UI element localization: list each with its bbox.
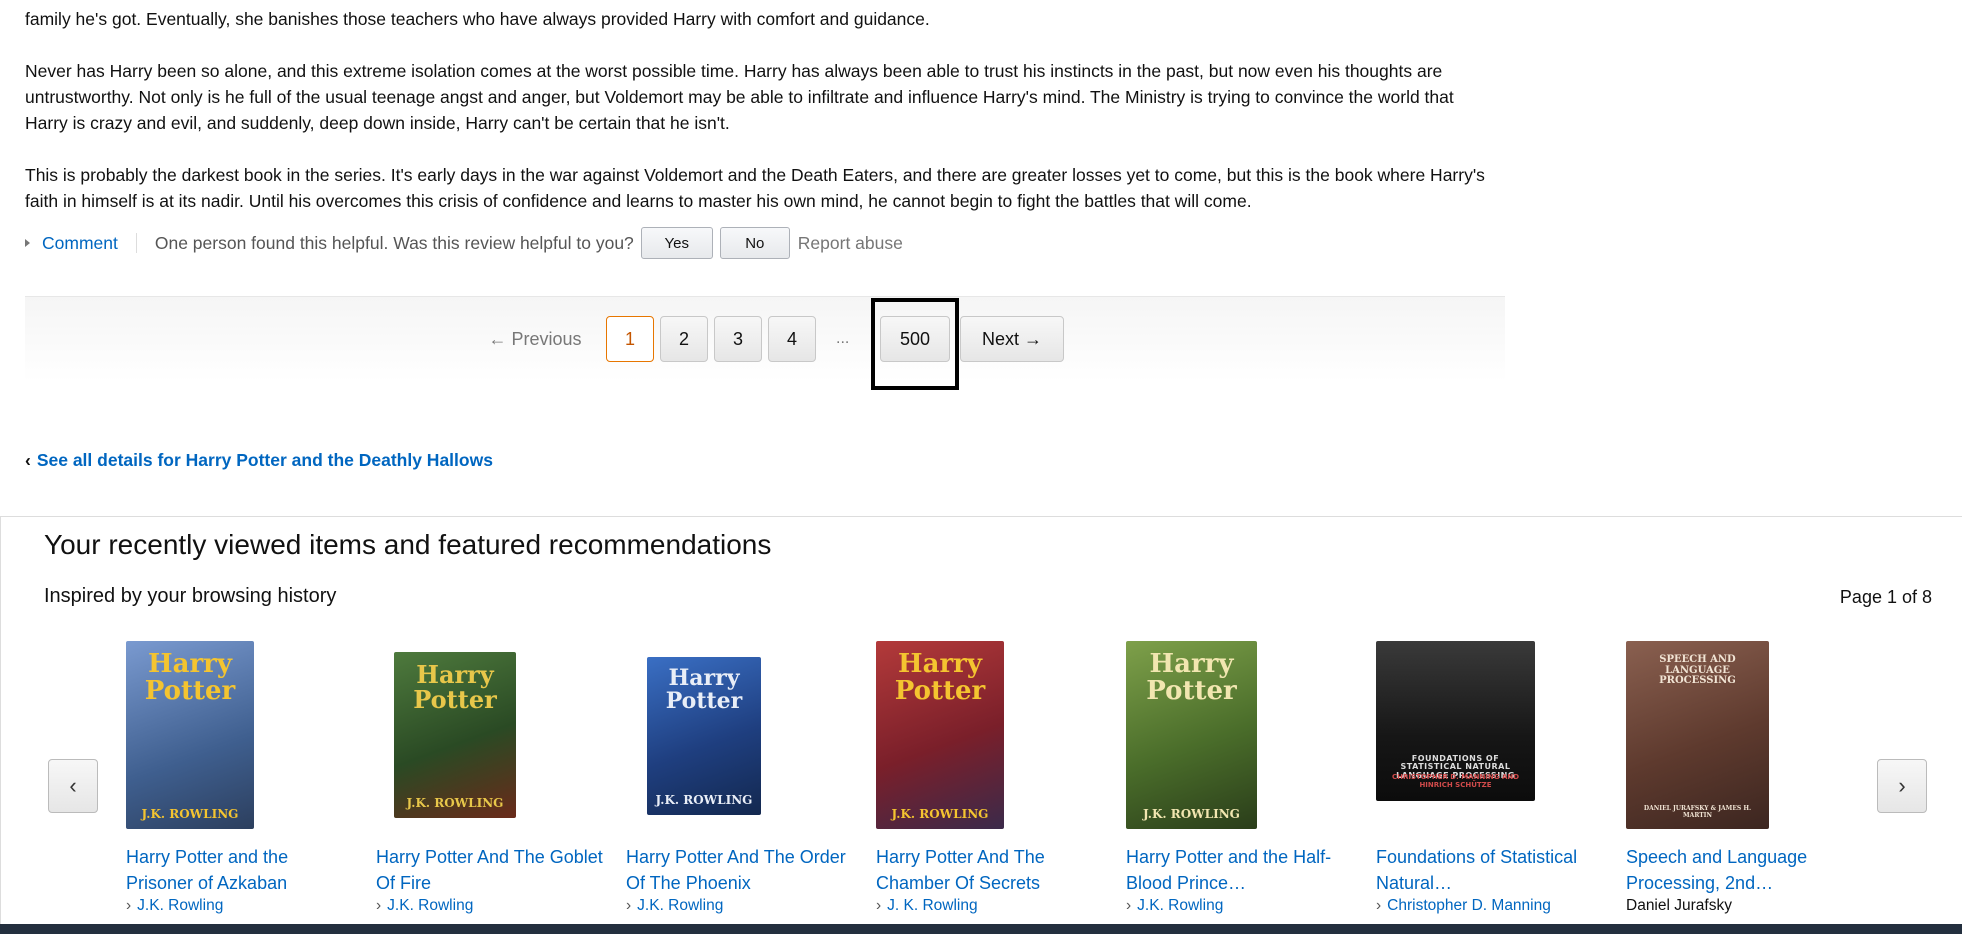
product-title-link[interactable]: Harry Potter And The Order Of The Phoeni… [626,844,856,896]
see-all-details-label: See all details for Harry Potter and the… [36,450,493,470]
product-title-link[interactable]: Speech and Language Processing, 2nd… [1626,844,1856,896]
chevron-left-icon: ‹ [25,450,31,470]
carousel-next-button[interactable]: › [1877,759,1927,813]
product-author-link[interactable]: › J.K. Rowling [376,897,473,915]
product-title-link[interactable]: Harry Potter and the Prisoner of Azkaban [126,844,356,896]
product-title-link[interactable]: Foundations of Statistical Natural… [1376,844,1606,896]
page-3-button[interactable]: 3 [714,316,762,362]
recommendations-section: Your recently viewed items and featured … [0,516,1962,934]
focus-highlight [871,298,959,390]
divider [135,233,137,253]
product-title-link[interactable]: Harry Potter And The Chamber Of Secrets [876,844,1106,896]
book-cover-image[interactable]: FOUNDATIONS OF STATISTICAL NATURAL LANGU… [1376,641,1535,801]
page-4-button[interactable]: 4 [768,316,816,362]
page-2-button[interactable]: 2 [660,316,708,362]
book-cover-image[interactable]: Harry Potter J.K. ROWLING [394,652,516,818]
book-cover-image[interactable]: Harry Potter J.K. ROWLING [647,657,761,815]
review-paragraph: Never has Harry been so alone, and this … [25,61,1454,133]
carousel-prev-button[interactable]: ‹ [48,759,98,813]
product-author-link[interactable]: › J. K. Rowling [876,897,978,915]
chevron-right-icon: › [1898,773,1906,798]
review-feedback-row: Comment One person found this helpful. W… [25,227,903,259]
helpful-yes-button[interactable]: Yes [640,227,713,259]
chevron-left-icon: ‹ [69,773,77,798]
helpful-no-button[interactable]: No [719,227,790,259]
comment-link[interactable]: Comment [42,233,118,254]
book-cover-image[interactable]: Harry Potter J.K. ROWLING [876,641,1004,829]
product-author-link[interactable]: › Christopher D. Manning [1376,897,1551,915]
pagination-bar [25,296,1505,382]
report-abuse-link[interactable]: Report abuse [798,233,903,254]
product-author-link[interactable]: › J.K. Rowling [626,897,723,915]
book-cover-image[interactable]: Harry Potter J.K. ROWLING [1126,641,1257,829]
recommendations-subtitle: Inspired by your browsing history [44,585,337,607]
page-1-button[interactable]: 1 [606,316,654,362]
review-paragraph: This is probably the darkest book in the… [25,165,1485,211]
bottom-taskbar [0,924,1962,934]
product-author-link[interactable]: › J.K. Rowling [126,897,223,915]
caret-right-icon [25,239,30,247]
review-paragraph: family he's got. Eventually, she banishe… [25,9,930,29]
recommendations-title: Your recently viewed items and featured … [44,529,772,560]
product-title-link[interactable]: Harry Potter And The Goblet Of Fire [376,844,606,896]
pagination-ellipsis: ... [836,330,850,347]
book-cover-image[interactable]: Harry Potter J.K. ROWLING [126,641,254,829]
see-all-details-link[interactable]: ‹ See all details for Harry Potter and t… [25,450,493,471]
book-cover-image[interactable]: SPEECH AND LANGUAGE PROCESSING DANIEL JU… [1626,641,1769,829]
next-page-button[interactable]: Next → [960,316,1064,362]
product-author-name: Daniel Jurafsky [1626,897,1732,914]
product-title-link[interactable]: Harry Potter and the Half-Blood Prince… [1126,844,1356,896]
product-author-link[interactable]: › J.K. Rowling [1126,897,1223,915]
helpful-count-text: One person found this helpful. Was this … [154,232,634,253]
previous-page-button[interactable]: ← Previous [474,316,596,362]
carousel-page-indicator: Page 1 of 8 [1839,587,1932,607]
